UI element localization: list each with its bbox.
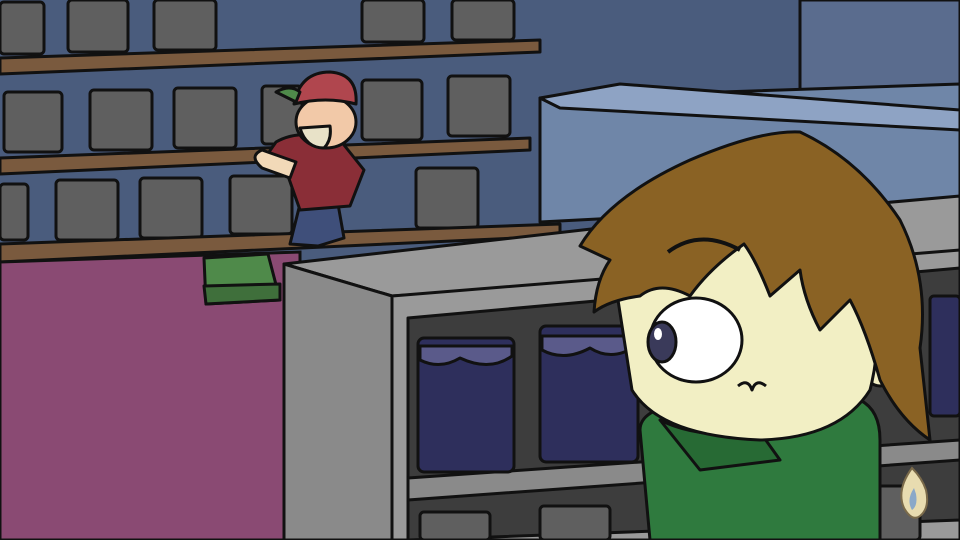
green-game-box	[202, 252, 282, 306]
scene-canvas	[0, 0, 960, 540]
character-pupil-shine	[654, 328, 662, 340]
cartoon-scene	[0, 0, 960, 540]
clerk-legs	[288, 202, 346, 248]
counter-side	[282, 262, 394, 540]
character-pupil	[646, 320, 678, 364]
